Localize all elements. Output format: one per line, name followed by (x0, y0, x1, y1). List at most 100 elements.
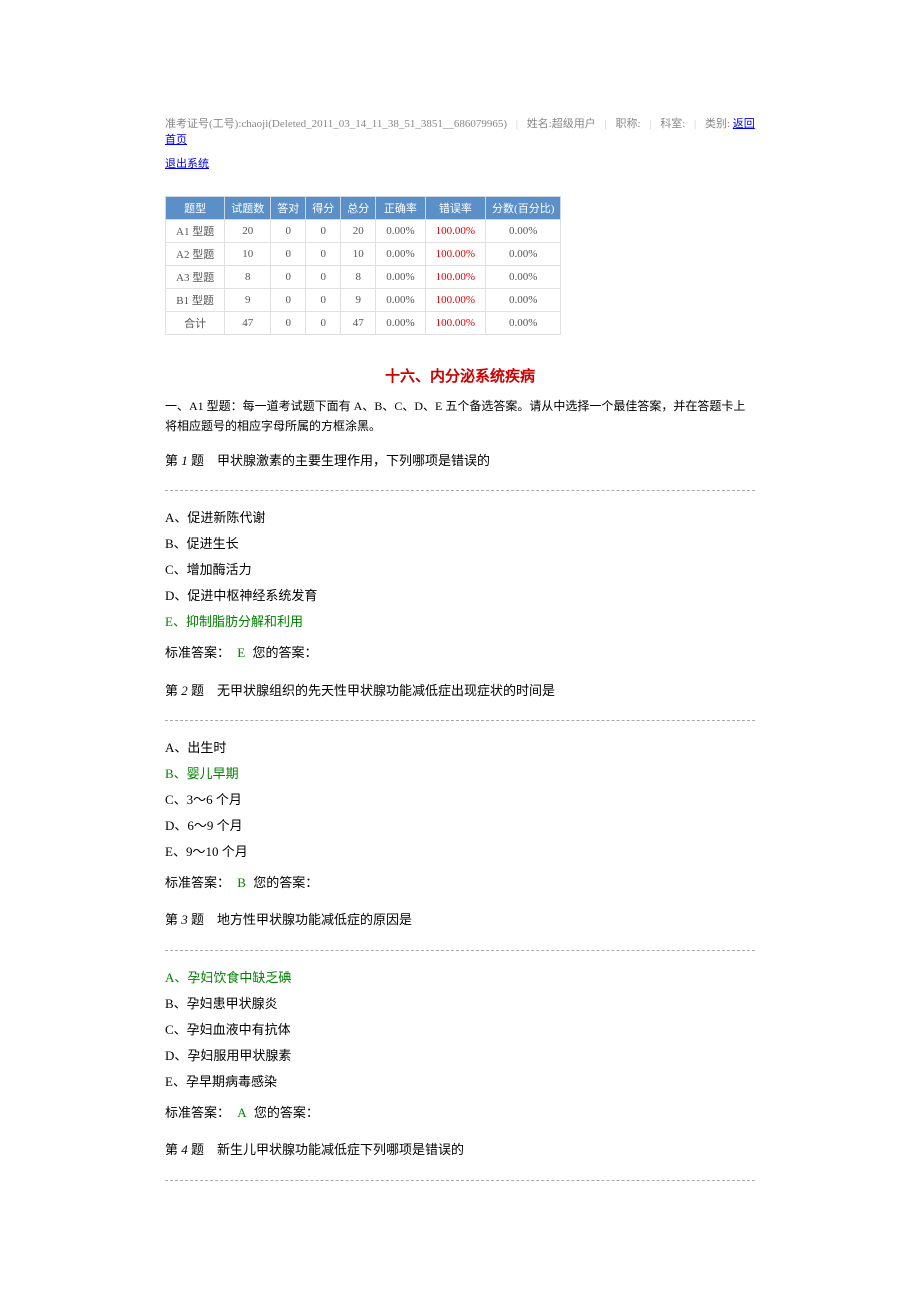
answer-option: E、9～10 个月 (165, 839, 755, 865)
table-cell: A3 型题 (166, 266, 225, 289)
table-cell: 8 (341, 266, 376, 289)
divider (165, 720, 755, 721)
your-answer-label: 您的答案： (249, 645, 317, 660)
table-cell: 0.00% (486, 243, 561, 266)
table-cell: 0 (306, 220, 341, 243)
table-cell: 8 (225, 266, 271, 289)
user-info-bar: 准考证号(工号):chaoji(Deleted_2011_03_14_11_38… (165, 115, 755, 147)
separator: | (605, 118, 607, 130)
std-answer-label: 标准答案： (165, 875, 233, 890)
table-cell: 0.00% (376, 312, 425, 335)
answer-line: 标准答案： B 您的答案： (165, 871, 755, 894)
table-cell: 0 (271, 220, 306, 243)
table-header-cell: 错误率 (425, 197, 485, 220)
category-label: 类别: (705, 118, 730, 130)
table-cell: 0.00% (376, 220, 425, 243)
std-answer-value: A (237, 1105, 246, 1120)
table-header-cell: 分数(百分比) (486, 197, 561, 220)
table-cell: 9 (225, 289, 271, 312)
section-instructions: 一、A1 型题：每一道考试题下面有 A、B、C、D、E 五个备选答案。请从中选择… (165, 396, 755, 437)
table-row: A1 型题2000200.00%100.00%0.00% (166, 220, 561, 243)
table-header-cell: 总分 (341, 197, 376, 220)
table-cell: 0 (271, 312, 306, 335)
std-answer-label: 标准答案： (165, 645, 233, 660)
divider (165, 950, 755, 951)
table-cell: 20 (225, 220, 271, 243)
table-cell: 0.00% (376, 266, 425, 289)
table-header-row: 题型试题数答对得分总分正确率错误率分数(百分比) (166, 197, 561, 220)
question-stem: 第 2 题 无甲状腺组织的先天性甲状腺功能减低症出现症状的时间是 (165, 679, 755, 702)
dept-label: 科室: (660, 118, 685, 130)
answer-option: A、孕妇饮食中缺乏碘 (165, 965, 755, 991)
question-block: 第 2 题 无甲状腺组织的先天性甲状腺功能减低症出现症状的时间是A、出生时B、婴… (165, 679, 755, 895)
separator: | (649, 118, 651, 130)
question-block: 第 1 题 甲状腺激素的主要生理作用，下列哪项是错误的 A、促进新陈代谢B、促进生… (165, 449, 755, 665)
answer-option: A、促进新陈代谢 (165, 505, 755, 531)
answer-option: C、孕妇血液中有抗体 (165, 1017, 755, 1043)
logout-bar: 退出系统 (165, 155, 755, 171)
table-row: A2 型题1000100.00%100.00%0.00% (166, 243, 561, 266)
table-cell: 100.00% (425, 312, 485, 335)
question-prefix: 第 (165, 912, 181, 927)
table-row: 合计4700470.00%100.00%0.00% (166, 312, 561, 335)
title-label: 职称: (615, 118, 640, 130)
logout-link[interactable]: 退出系统 (165, 158, 209, 170)
score-table: 题型试题数答对得分总分正确率错误率分数(百分比) A1 型题2000200.00… (165, 196, 561, 335)
question-stem: 第 1 题 甲状腺激素的主要生理作用，下列哪项是错误的 (165, 449, 755, 472)
answer-line: 标准答案： E 您的答案： (165, 641, 755, 664)
std-answer-value: B (237, 875, 246, 890)
question-text: 题 甲状腺激素的主要生理作用，下列哪项是错误的 (188, 453, 490, 468)
table-cell: 47 (225, 312, 271, 335)
answer-option: B、促进生长 (165, 531, 755, 557)
question-text: 题 无甲状腺组织的先天性甲状腺功能减低症出现症状的时间是 (188, 683, 555, 698)
question-block: 第 3 题 地方性甲状腺功能减低症的原因是 A、孕妇饮食中缺乏碘B、孕妇患甲状腺炎… (165, 908, 755, 1124)
table-cell: 0 (306, 289, 341, 312)
std-answer-label: 标准答案： (165, 1105, 233, 1120)
table-header-cell: 正确率 (376, 197, 425, 220)
question-prefix: 第 (165, 1142, 181, 1157)
answer-line: 标准答案： A 您的答案： (165, 1101, 755, 1124)
table-cell: 0.00% (486, 289, 561, 312)
your-answer-label: 您的答案： (251, 1105, 319, 1120)
question-block: 第 4 题 新生儿甲状腺功能减低症下列哪项是错误的 (165, 1138, 755, 1180)
divider (165, 490, 755, 491)
table-cell: 0 (271, 266, 306, 289)
table-cell: 0 (271, 243, 306, 266)
your-answer-label: 您的答案： (250, 875, 318, 890)
table-cell: 0 (306, 243, 341, 266)
table-cell: 0.00% (486, 312, 561, 335)
table-cell: 9 (341, 289, 376, 312)
question-text: 题 地方性甲状腺功能减低症的原因是 (188, 912, 412, 927)
divider (165, 1180, 755, 1181)
question-text: 题 新生儿甲状腺功能减低症下列哪项是错误的 (188, 1142, 464, 1157)
table-cell: 0.00% (376, 243, 425, 266)
answer-option: D、促进中枢神经系统发育 (165, 583, 755, 609)
table-cell: 0 (306, 312, 341, 335)
question-stem: 第 3 题 地方性甲状腺功能减低症的原因是 (165, 908, 755, 931)
table-cell: A1 型题 (166, 220, 225, 243)
table-header-cell: 得分 (306, 197, 341, 220)
table-cell: 0.00% (486, 220, 561, 243)
page-title: 十六、内分泌系统疾病 (165, 365, 755, 386)
table-cell: 0 (306, 266, 341, 289)
question-prefix: 第 (165, 683, 181, 698)
table-cell: 100.00% (425, 243, 485, 266)
answer-option: A、出生时 (165, 735, 755, 761)
answer-option: D、6～9 个月 (165, 813, 755, 839)
separator: | (694, 118, 696, 130)
question-prefix: 第 (165, 453, 181, 468)
answer-option: B、孕妇患甲状腺炎 (165, 991, 755, 1017)
table-cell: 100.00% (425, 220, 485, 243)
table-header-cell: 试题数 (225, 197, 271, 220)
table-cell: A2 型题 (166, 243, 225, 266)
table-cell: 10 (341, 243, 376, 266)
name-label: 姓名: (527, 118, 552, 130)
table-row: A3 型题80080.00%100.00%0.00% (166, 266, 561, 289)
table-cell: 10 (225, 243, 271, 266)
exam-id-label: 准考证号(工号): (165, 118, 241, 130)
table-cell: 100.00% (425, 289, 485, 312)
name-value: 超级用户 (552, 118, 596, 130)
std-answer-value: E (237, 645, 245, 660)
table-cell: 0.00% (376, 289, 425, 312)
table-header-cell: 题型 (166, 197, 225, 220)
